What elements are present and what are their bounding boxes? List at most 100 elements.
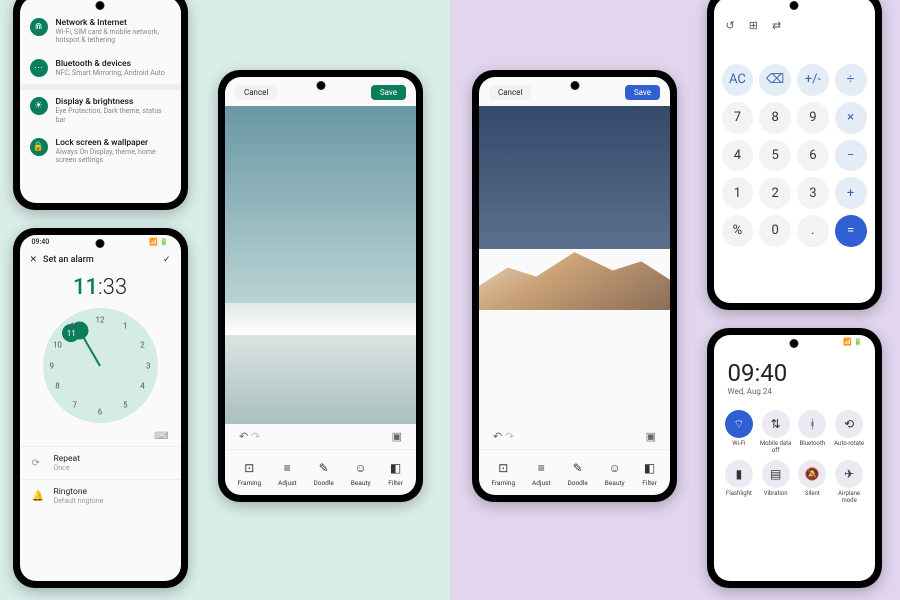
key-6[interactable]: 6 [797, 140, 829, 172]
settings-row-network[interactable]: ⋒ Network & InternetWi-Fi, SIM card & mo… [20, 11, 181, 52]
pencil-icon: ✎ [316, 460, 332, 476]
sliders-icon: ≡ [279, 460, 295, 476]
convert-icon[interactable]: ⇄ [772, 19, 781, 32]
redo-icon[interactable]: ↷ [505, 430, 514, 443]
key-divide[interactable]: ÷ [835, 64, 867, 96]
key-9[interactable]: 9 [797, 102, 829, 134]
qs-wifi[interactable]: ⌔Wi-Fi [722, 410, 757, 454]
tool-filter[interactable]: ◧Filter [388, 460, 404, 487]
front-camera [791, 2, 798, 9]
key-ac[interactable]: AC [722, 64, 754, 96]
qs-vibration[interactable]: ▤Vibration [758, 460, 793, 504]
status-icons: 📶 🔋 [843, 338, 862, 346]
repeat-icon: ⟳ [32, 458, 46, 469]
qs-silent[interactable]: 🔕Silent [795, 460, 830, 504]
alarm-time[interactable]: 11:33 [20, 275, 181, 300]
status-time: 09:40 [32, 238, 50, 246]
showcase-canvas: ⋒ Network & InternetWi-Fi, SIM card & mo… [0, 0, 900, 600]
calculator-keypad: AC ⌫ +/- ÷ 7 8 9 × 4 5 6 − 1 2 3 [714, 56, 875, 303]
front-camera [317, 82, 324, 89]
qs-grid: ⌔Wi-Fi ⇅Mobile data off ᚼBluetooth ⟲Auto… [714, 406, 875, 508]
tool-beauty[interactable]: ☺Beauty [351, 460, 371, 487]
clock-face[interactable]: 11 12 1 2 3 4 5 6 7 8 9 10 11 [43, 308, 158, 423]
image-preview-lake[interactable] [225, 106, 416, 424]
key-3[interactable]: 3 [797, 177, 829, 209]
crop-icon: ⊡ [241, 460, 257, 476]
airplane-icon: ✈ [835, 460, 863, 488]
key-multiply[interactable]: × [835, 102, 867, 134]
key-dot[interactable]: . [797, 215, 829, 247]
qs-airplane[interactable]: ✈Airplane mode [832, 460, 867, 504]
key-plus[interactable]: + [835, 177, 867, 209]
devices-icon: ⋯ [30, 59, 48, 77]
face-icon: ☺ [607, 460, 623, 476]
cancel-button[interactable]: Cancel [489, 85, 531, 100]
qs-bluetooth[interactable]: ᚼBluetooth [795, 410, 830, 454]
row-sub: Always On Display, theme, home screen se… [56, 148, 171, 165]
settings-row-display[interactable]: ☀ Display & brightnessEye Protection, Da… [20, 90, 181, 131]
settings-row-bluetooth[interactable]: ⋯ Bluetooth & devicesNFC, Smart Mirrorin… [20, 52, 181, 84]
row-sub: Wi-Fi, SIM card & mobile network, hotspo… [56, 28, 171, 45]
grid-icon[interactable]: ⊞ [749, 19, 758, 32]
settings-row-lockscreen[interactable]: 🔒 Lock screen & wallpaperAlways On Displ… [20, 131, 181, 172]
tool-beauty[interactable]: ☺Beauty [605, 460, 625, 487]
phone-quicksettings: 📶 🔋 09:40 Wed, Aug 24 ⌔Wi-Fi ⇅Mobile dat… [707, 328, 882, 588]
tool-filter[interactable]: ◧Filter [642, 460, 658, 487]
front-camera [571, 82, 578, 89]
editor-toolbar: ⊡Framing ≡Adjust ✎Doodle ☺Beauty ◧Filter [479, 449, 670, 495]
qs-date: Wed, Aug 24 [714, 387, 875, 406]
tool-adjust[interactable]: ≡Adjust [532, 460, 551, 487]
qs-time: 09:40 [714, 349, 875, 387]
face-icon: ☺ [353, 460, 369, 476]
cancel-button[interactable]: Cancel [235, 85, 277, 100]
bell-icon: 🔔 [32, 491, 46, 502]
confirm-icon[interactable]: ✓ [163, 255, 171, 265]
key-sign[interactable]: +/- [797, 64, 829, 96]
key-2[interactable]: 2 [759, 177, 791, 209]
tool-doodle[interactable]: ✎Doodle [313, 460, 333, 487]
phone-editor-lake: Cancel Save ↶ ↷ ▣ ⊡Framing ≡Adjust ✎Dood… [218, 70, 423, 502]
row-title: Lock screen & wallpaper [56, 138, 171, 148]
key-0[interactable]: 0 [759, 215, 791, 247]
filter-icon: ◧ [388, 460, 404, 476]
key-5[interactable]: 5 [759, 140, 791, 172]
tool-framing[interactable]: ⊡Framing [237, 460, 261, 487]
undo-icon[interactable]: ↶ [493, 430, 502, 443]
option-repeat[interactable]: ⟳RepeatOnce [20, 446, 181, 479]
history-icon[interactable]: ↺ [726, 19, 735, 32]
vibration-icon: ▤ [762, 460, 790, 488]
save-button[interactable]: Save [625, 85, 660, 100]
hour-hand[interactable] [79, 330, 101, 366]
tool-adjust[interactable]: ≡Adjust [278, 460, 297, 487]
image-preview-mountain[interactable] [479, 106, 670, 424]
status-icons: 📶 🔋 [149, 238, 168, 246]
row-title: Display & brightness [56, 97, 171, 107]
key-4[interactable]: 4 [722, 140, 754, 172]
key-7[interactable]: 7 [722, 102, 754, 134]
phone-alarm: 09:40📶 🔋 ✕Set an alarm ✓ 11:33 11 12 1 2… [13, 228, 188, 588]
tool-framing[interactable]: ⊡Framing [491, 460, 515, 487]
option-ringtone[interactable]: 🔔RingtoneDefault ringtone [20, 479, 181, 512]
key-backspace[interactable]: ⌫ [759, 64, 791, 96]
bluetooth-icon: ᚼ [798, 410, 826, 438]
qs-autorotate[interactable]: ⟲Auto-rotate [832, 410, 867, 454]
key-1[interactable]: 1 [722, 177, 754, 209]
key-8[interactable]: 8 [759, 102, 791, 134]
undo-icon[interactable]: ↶ [239, 430, 248, 443]
qs-flashlight[interactable]: ▮Flashlight [722, 460, 757, 504]
save-button[interactable]: Save [371, 85, 406, 100]
flashlight-icon: ▮ [725, 460, 753, 488]
key-equals[interactable]: = [835, 215, 867, 247]
left-panel: ⋒ Network & InternetWi-Fi, SIM card & mo… [0, 0, 450, 600]
key-percent[interactable]: % [722, 215, 754, 247]
close-icon[interactable]: ✕ [30, 255, 38, 265]
key-minus[interactable]: − [835, 140, 867, 172]
keyboard-icon[interactable]: ⌨ [20, 431, 181, 446]
compare-icon[interactable]: ▣ [392, 430, 402, 443]
qs-mobiledata[interactable]: ⇅Mobile data off [758, 410, 793, 454]
compare-icon[interactable]: ▣ [646, 430, 656, 443]
row-sub: Eye Protection, Dark theme, status bar [56, 107, 171, 124]
pencil-icon: ✎ [570, 460, 586, 476]
redo-icon[interactable]: ↷ [251, 430, 260, 443]
tool-doodle[interactable]: ✎Doodle [567, 460, 587, 487]
